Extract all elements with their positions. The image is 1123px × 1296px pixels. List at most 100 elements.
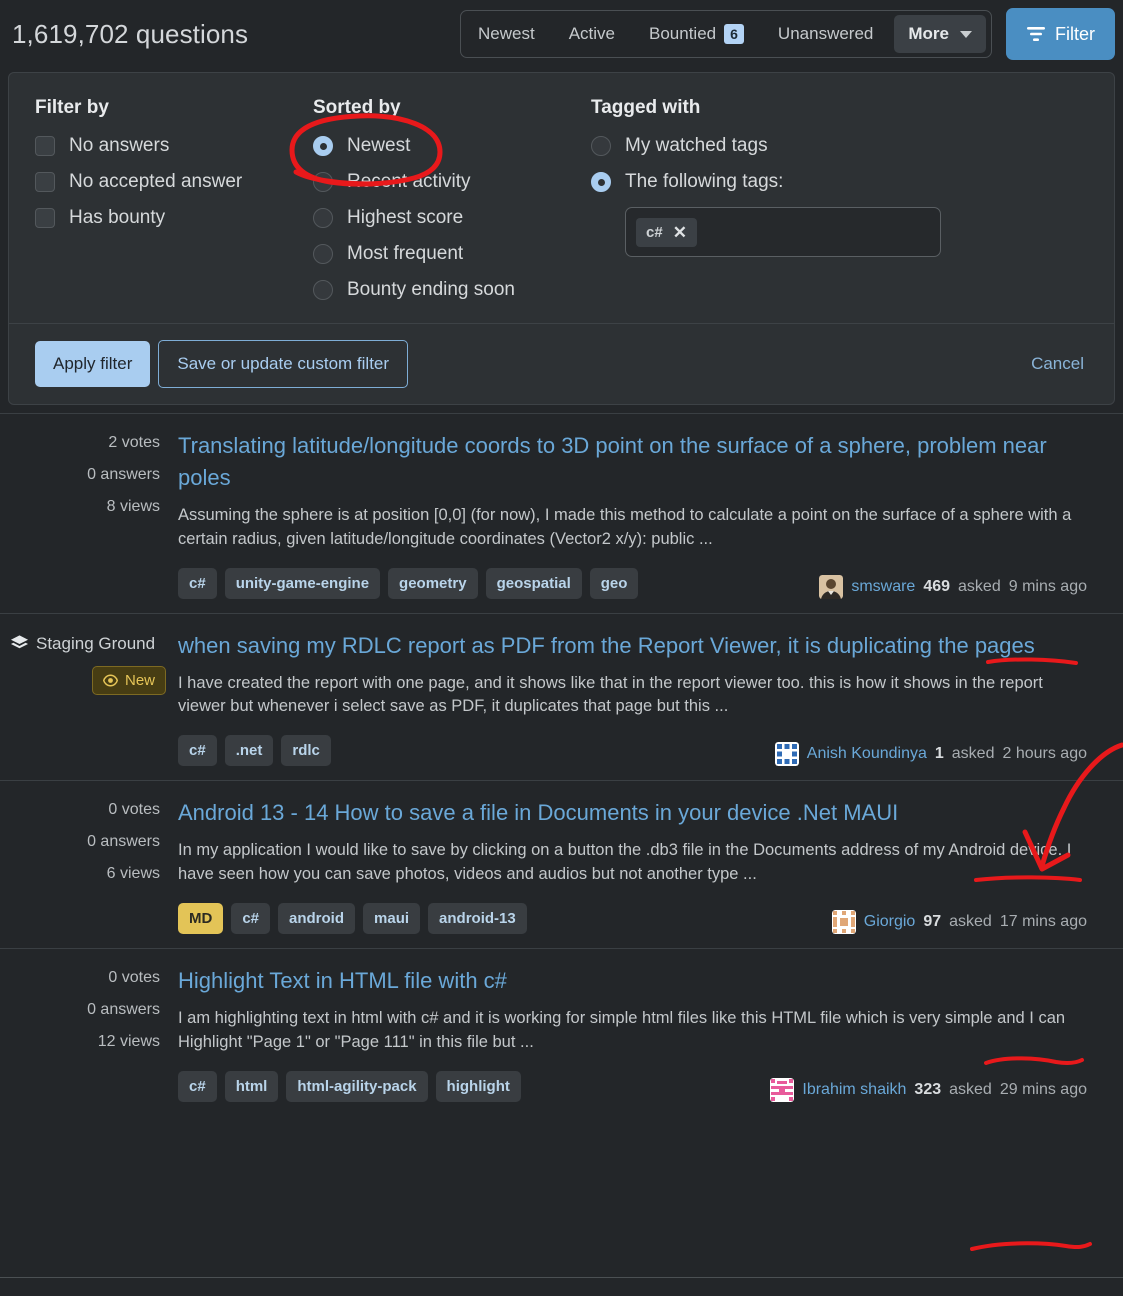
tag[interactable]: geometry	[388, 567, 478, 599]
question-title-link[interactable]: Android 13 - 14 How to save a file in Do…	[178, 797, 1087, 829]
checkbox-no-accepted-answer-label: No accepted answer	[69, 171, 243, 192]
question-stats: 0 votes 0 answers 12 views	[10, 965, 178, 1102]
funnel-icon	[1027, 27, 1045, 41]
question-body: Android 13 - 14 How to save a file in Do…	[178, 797, 1113, 935]
user-name-link[interactable]: Giorgio	[864, 913, 916, 931]
filter-panel-columns: Filter by No answers No accepted answer …	[9, 73, 1114, 323]
tab-active-label: Active	[568, 24, 615, 43]
checkbox-no-answers[interactable]: No answers	[35, 135, 313, 157]
question-tags: c# html html-agility-pack highlight	[178, 1070, 521, 1102]
avatar[interactable]	[770, 1077, 795, 1102]
question-title-link[interactable]: Highlight Text in HTML file with c#	[178, 965, 1087, 997]
question-user-info: Anish Koundinya 1 asked 2 hours ago	[774, 742, 1087, 767]
tag[interactable]: geo	[589, 567, 639, 599]
question-title-link[interactable]: when saving my RDLC report as PDF from t…	[178, 630, 1087, 662]
checkbox-icon	[35, 208, 55, 228]
asked-label: asked	[951, 745, 995, 763]
radio-icon	[313, 244, 333, 264]
view-count: 8 views	[106, 498, 160, 515]
tag[interactable]: android	[278, 903, 356, 935]
radio-recent-activity[interactable]: Recent activity	[313, 171, 591, 193]
user-name-link[interactable]: Anish Koundinya	[807, 745, 927, 763]
tab-newest[interactable]: Newest	[461, 11, 552, 57]
layers-icon	[10, 635, 29, 649]
vote-count: 0 votes	[108, 969, 160, 987]
tag[interactable]: rdlc	[281, 735, 331, 767]
question-footer: MD c# android maui android-13 Giorgio 97…	[178, 903, 1087, 935]
tag[interactable]: unity-game-engine	[224, 567, 381, 599]
radio-newest[interactable]: Newest	[313, 135, 591, 157]
radio-my-watched-tags-label: My watched tags	[625, 135, 768, 156]
radio-icon	[313, 208, 333, 228]
tab-unanswered[interactable]: Unanswered	[761, 11, 890, 57]
tag[interactable]: html	[224, 1070, 279, 1102]
tag-search-input[interactable]: c# ✕	[625, 207, 941, 257]
page-header: 1,619,702 questions Newest Active Bounti…	[0, 0, 1123, 72]
question-excerpt: Assuming the sphere is at position [0,0]…	[178, 505, 1072, 548]
tab-bountied[interactable]: Bountied 6	[632, 11, 761, 57]
tab-more-label: More	[908, 24, 949, 43]
avatar[interactable]	[831, 910, 856, 935]
user-name-link[interactable]: Ibrahim shaikh	[802, 1081, 906, 1099]
filter-by-title: Filter by	[35, 97, 109, 118]
question-excerpt: In my application I would like to save b…	[178, 841, 1072, 884]
question-tags: c# unity-game-engine geometry geospatial…	[178, 567, 639, 599]
answer-count: 0 answers	[87, 466, 160, 483]
tag[interactable]: android-13	[428, 903, 527, 935]
tab-active[interactable]: Active	[552, 11, 632, 57]
tag[interactable]: c#	[178, 735, 217, 767]
question-excerpt: I am highlighting text in html with c# a…	[178, 1008, 1066, 1051]
apply-filter-button[interactable]: Apply filter	[35, 341, 151, 387]
avatar[interactable]	[819, 574, 844, 599]
tag[interactable]: html-agility-pack	[286, 1070, 428, 1102]
radio-my-watched-tags[interactable]: My watched tags	[591, 135, 1088, 157]
user-reputation: 1	[934, 745, 944, 763]
tag[interactable]: geospatial	[485, 567, 582, 599]
tag-moderator-badge[interactable]: MD	[178, 903, 224, 935]
question-user-info: Giorgio 97 asked 17 mins ago	[831, 910, 1087, 935]
staging-ground-indicator: Staging Ground New	[10, 630, 178, 767]
tag[interactable]: highlight	[435, 1070, 521, 1102]
radio-highest-score[interactable]: Highest score	[313, 207, 591, 229]
tag[interactable]: c#	[178, 567, 217, 599]
tag[interactable]: maui	[363, 903, 421, 935]
asked-label: asked	[958, 577, 1001, 595]
tag[interactable]: c#	[178, 1070, 217, 1102]
radio-most-frequent[interactable]: Most frequent	[313, 243, 591, 265]
radio-newest-label: Newest	[347, 135, 411, 156]
user-name-link[interactable]: smsware	[851, 578, 915, 596]
checkbox-has-bounty[interactable]: Has bounty	[35, 207, 313, 229]
close-icon[interactable]: ✕	[673, 224, 687, 241]
radio-icon	[313, 172, 333, 192]
radio-recent-activity-label: Recent activity	[347, 171, 471, 192]
filter-button[interactable]: Filter	[1006, 8, 1115, 60]
questions-page: 1,619,702 questions Newest Active Bounti…	[0, 0, 1123, 1296]
tab-more[interactable]: More	[894, 15, 986, 53]
question-title-link[interactable]: Translating latitude/longitude coords to…	[178, 430, 1087, 494]
radio-bounty-ending-soon[interactable]: Bounty ending soon	[313, 279, 591, 301]
radio-following-tags[interactable]: The following tags:	[591, 171, 1088, 193]
radio-bounty-ending-soon-label: Bounty ending soon	[347, 279, 515, 300]
asked-time: 17 mins ago	[999, 913, 1087, 931]
question-stats: 2 votes 0 answers 8 views	[10, 430, 178, 599]
chevron-down-icon	[960, 30, 972, 38]
tag[interactable]: .net	[224, 735, 274, 767]
bountied-count-badge: 6	[724, 24, 744, 44]
filter-button-label: Filter	[1055, 23, 1095, 44]
cancel-button[interactable]: Cancel	[1027, 348, 1088, 380]
view-count: 6 views	[106, 865, 160, 883]
selected-tag-chip[interactable]: c# ✕	[636, 217, 697, 247]
page-title: 1,619,702 questions	[12, 18, 249, 49]
question-user-info: smsware 469 asked 9 mins ago	[819, 574, 1087, 599]
vote-count: 0 votes	[108, 801, 160, 819]
tag[interactable]: c#	[231, 903, 271, 935]
filter-actions: Apply filter Save or update custom filte…	[9, 323, 1114, 404]
question-footer: c# .net rdlc Anish Koundinya 1 asked 2 h…	[178, 735, 1087, 767]
save-custom-filter-button[interactable]: Save or update custom filter	[158, 340, 409, 388]
avatar[interactable]	[774, 742, 799, 767]
staging-ground-label: Staging Ground	[36, 633, 156, 653]
view-count: 12 views	[97, 1033, 160, 1051]
checkbox-no-accepted-answer[interactable]: No accepted answer	[35, 171, 313, 193]
question-body: when saving my RDLC report as PDF from t…	[178, 630, 1113, 767]
eye-icon	[102, 674, 118, 687]
